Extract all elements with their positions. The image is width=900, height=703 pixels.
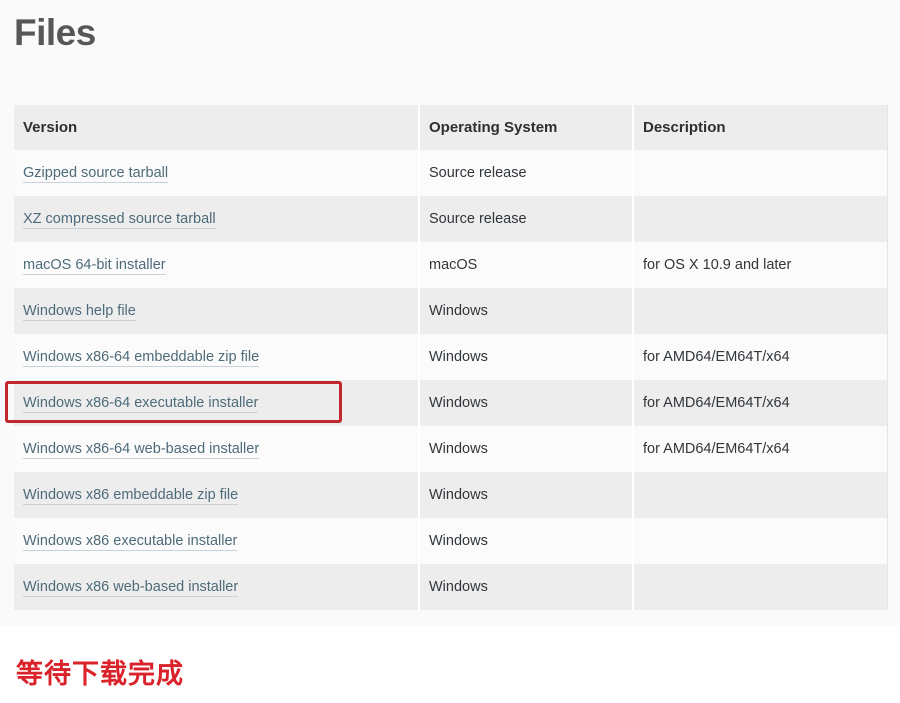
cell-operating-system: Source release xyxy=(418,150,633,196)
cell-version: Windows help file xyxy=(14,288,419,334)
cell-description xyxy=(632,150,888,196)
cell-description: for AMD64/EM64T/x64 xyxy=(632,334,888,380)
cell-description xyxy=(632,288,888,334)
table-row: macOS 64-bit installer macOS for OS X 10.9… xyxy=(14,242,888,288)
table-row: Windows x86 web-based installer Windows xyxy=(14,564,888,610)
cell-operating-system: macOS xyxy=(418,242,633,288)
cell-description: for AMD64/EM64T/x64 xyxy=(632,426,888,472)
cell-operating-system: Windows xyxy=(418,426,633,472)
cell-operating-system: Windows xyxy=(418,334,633,380)
download-link[interactable]: XZ compressed source tarball xyxy=(23,211,216,229)
table-row: Windows x86 executable installer Windows xyxy=(14,518,888,564)
cell-operating-system: Windows xyxy=(418,380,633,426)
table-row: Windows x86 embeddable zip file Windows xyxy=(14,472,888,518)
cell-version: macOS 64-bit installer xyxy=(14,242,419,288)
download-link[interactable]: Gzipped source tarball xyxy=(23,165,169,183)
files-table-header: Version Operating System Description xyxy=(14,105,888,150)
files-page-panel: Files Version Operating System Descripti… xyxy=(0,0,900,625)
files-table-container: Version Operating System Description Gzi… xyxy=(14,105,888,610)
download-link[interactable]: Windows x86 executable installer xyxy=(23,533,238,551)
annotation-text: 等待下载完成 xyxy=(16,659,184,690)
download-link[interactable]: Windows x86 web-based installer xyxy=(23,579,239,597)
column-header-version[interactable]: Version xyxy=(14,105,419,150)
cell-operating-system: Windows xyxy=(418,472,633,518)
cell-version: XZ compressed source tarball xyxy=(14,196,419,242)
download-link[interactable]: Windows x86 embeddable zip file xyxy=(23,487,239,505)
cell-operating-system: Source release xyxy=(418,196,633,242)
column-header-operating-system[interactable]: Operating System xyxy=(418,105,633,150)
table-row: Windows x86-64 executable installer Windo… xyxy=(14,380,888,426)
cell-description xyxy=(632,196,888,242)
cell-version: Windows x86-64 embeddable zip file xyxy=(14,334,419,380)
download-link[interactable]: Windows x86-64 executable installer xyxy=(23,395,259,413)
cell-description: for AMD64/EM64T/x64 xyxy=(632,380,888,426)
cell-description xyxy=(632,564,888,610)
download-link[interactable]: macOS 64-bit installer xyxy=(23,257,166,275)
files-table: Version Operating System Description Gzi… xyxy=(14,105,888,610)
table-row: Gzipped source tarball Source release xyxy=(14,150,888,196)
column-header-description[interactable]: Description xyxy=(632,105,888,150)
table-row: Windows help file Windows xyxy=(14,288,888,334)
cell-version: Windows x86-64 web-based installer xyxy=(14,426,419,472)
table-header-row: Version Operating System Description xyxy=(14,105,888,150)
table-row: Windows x86-64 embeddable zip file Window… xyxy=(14,334,888,380)
files-table-body: Gzipped source tarball Source release XZ c… xyxy=(14,150,888,610)
cell-version: Windows x86 executable installer xyxy=(14,518,419,564)
cell-version: Gzipped source tarball xyxy=(14,150,419,196)
cell-operating-system: Windows xyxy=(418,288,633,334)
download-link[interactable]: Windows x86-64 embeddable zip file xyxy=(23,349,260,367)
cell-version: Windows x86 embeddable zip file xyxy=(14,472,419,518)
cell-description xyxy=(632,518,888,564)
download-link[interactable]: Windows help file xyxy=(23,303,136,321)
cell-description xyxy=(632,472,888,518)
cell-description: for OS X 10.9 and later xyxy=(632,242,888,288)
table-row: XZ compressed source tarball Source relea… xyxy=(14,196,888,242)
cell-operating-system: Windows xyxy=(418,564,633,610)
download-link[interactable]: Windows x86-64 web-based installer xyxy=(23,441,260,459)
table-right-edge-rule xyxy=(887,105,888,610)
table-row: Windows x86-64 web-based installer Window… xyxy=(14,426,888,472)
page-title: Files xyxy=(14,12,96,53)
cell-version: Windows x86 web-based installer xyxy=(14,564,419,610)
cell-version: Windows x86-64 executable installer xyxy=(14,380,419,426)
cell-operating-system: Windows xyxy=(418,518,633,564)
